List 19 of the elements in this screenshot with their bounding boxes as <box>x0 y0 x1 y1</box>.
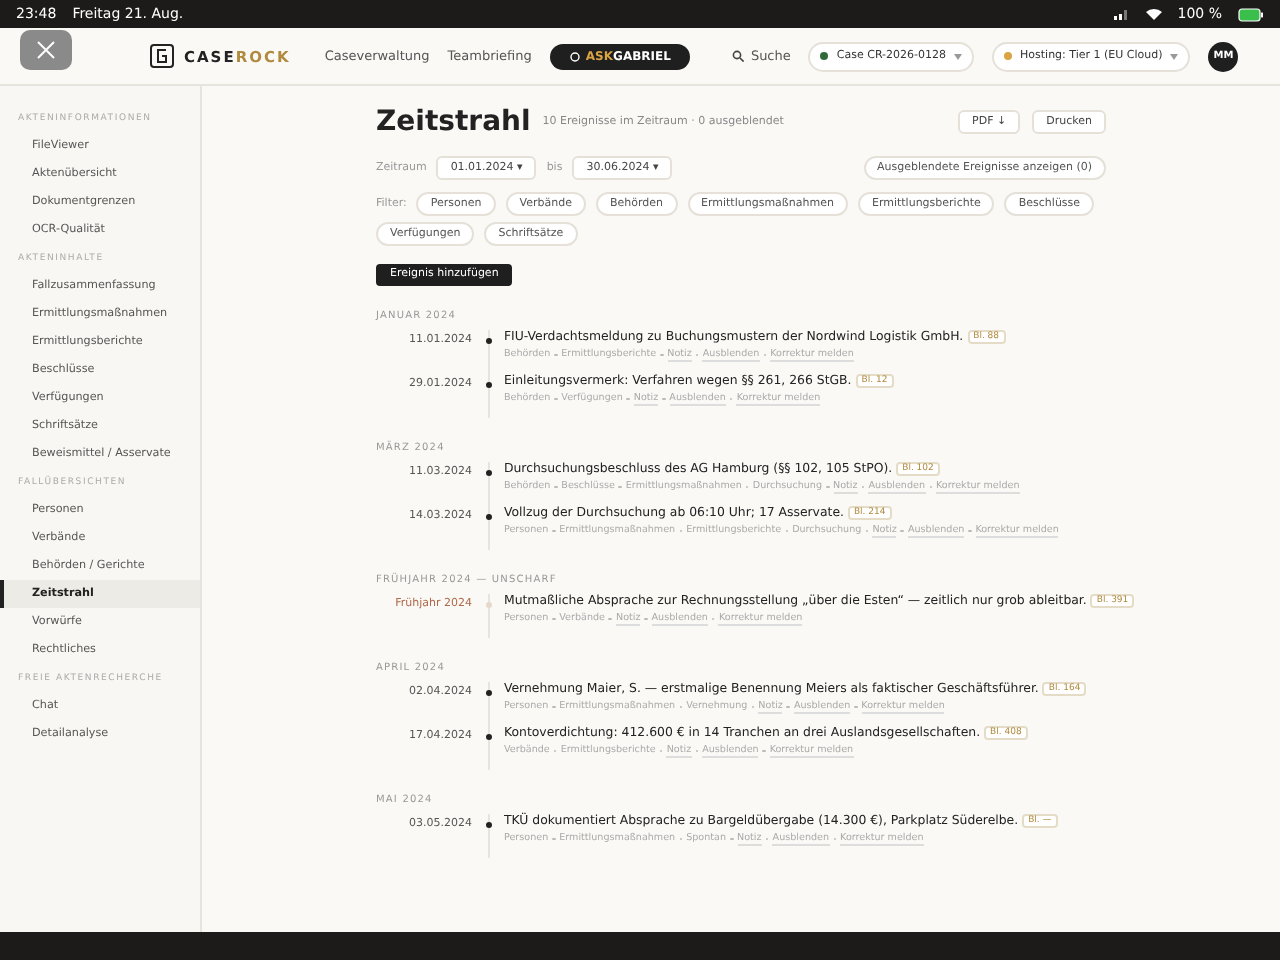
caret-icon <box>954 53 963 59</box>
signal-icon <box>1113 8 1130 20</box>
timeline-dot <box>485 689 491 695</box>
close-icon <box>36 40 56 60</box>
caret-icon <box>1170 53 1179 59</box>
timeline-dot <box>485 601 491 607</box>
timeline-dot <box>485 821 491 827</box>
logo-icon <box>150 44 174 68</box>
wifi-icon <box>1145 8 1162 20</box>
timeline-dot <box>485 733 491 739</box>
timeline-dot <box>485 513 491 519</box>
close-button[interactable] <box>20 30 72 70</box>
battery-icon <box>1238 7 1264 21</box>
page-title: Zeitstrahl <box>376 106 531 138</box>
chat-icon <box>569 51 580 61</box>
timeline-dot <box>485 381 491 387</box>
search-icon <box>732 50 745 62</box>
timeline-dot <box>485 469 491 475</box>
timeline-dot <box>485 337 491 343</box>
